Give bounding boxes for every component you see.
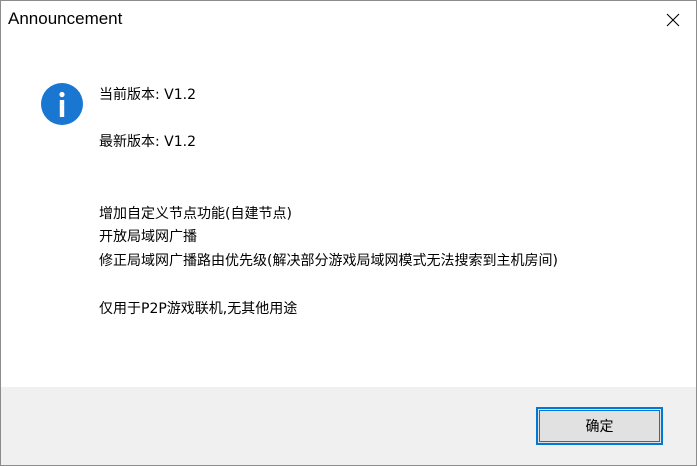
title-bar[interactable]: Announcement bbox=[1, 1, 696, 39]
ok-button-label: 确定 bbox=[585, 419, 614, 435]
close-button[interactable] bbox=[650, 1, 696, 39]
change-item: 开放局域网广播 bbox=[99, 229, 197, 245]
ok-button[interactable]: 确定 bbox=[536, 407, 663, 445]
usage-note-text: 仅用于P2P游戏联机,无其他用途 bbox=[99, 301, 298, 317]
button-bar: 确定 bbox=[1, 387, 696, 465]
current-version-text: 当前版本: V1.2 bbox=[99, 87, 197, 103]
announcement-dialog: Announcement 当前版本: V1.2 最新版本: V1.2 增加自定义… bbox=[0, 0, 697, 466]
change-item: 修正局域网广播路由优先级(解决部分游戏局域网模式无法搜索到主机房间) bbox=[99, 253, 558, 269]
latest-version-text: 最新版本: V1.2 bbox=[99, 134, 197, 150]
change-item: 增加自定义节点功能(自建节点) bbox=[99, 206, 292, 222]
info-icon bbox=[41, 83, 83, 125]
window-title: Announcement bbox=[8, 9, 123, 28]
dialog-content: 当前版本: V1.2 最新版本: V1.2 增加自定义节点功能(自建节点) 开放… bbox=[1, 39, 696, 387]
close-icon bbox=[666, 13, 680, 27]
